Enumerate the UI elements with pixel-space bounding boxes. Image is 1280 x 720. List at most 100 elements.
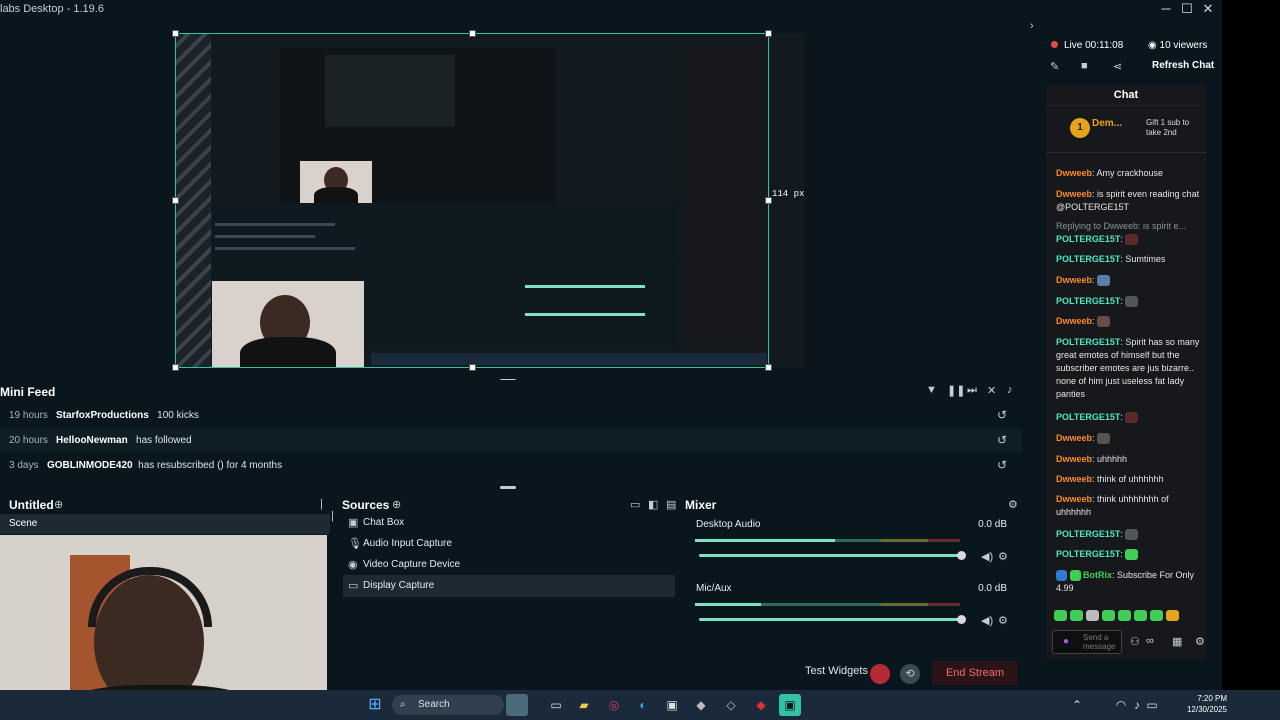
mic-aux-db: 0.0 dB (978, 583, 1007, 594)
chat-message: POLTERGE15T: (1056, 295, 1201, 308)
edge-icon[interactable]: ◐ (632, 694, 654, 716)
desktop-audio-level (695, 539, 836, 542)
speaker-icon[interactable]: ◀) (981, 614, 993, 627)
selection-box[interactable] (172, 30, 772, 371)
infinity-icon[interactable]: ∞ (1146, 635, 1154, 647)
store-icon[interactable]: ▦ (1172, 635, 1182, 648)
replay-icon[interactable]: ↺ (997, 403, 1007, 428)
chat-message: Dwweeb: uhhhhh (1056, 454, 1128, 464)
gift-sub-prompt[interactable]: Gift 1 sub to take 2nd (1146, 118, 1204, 138)
chat-message: Dwweeb: (1056, 432, 1201, 445)
add-scene-icon[interactable]: ⊕ (54, 498, 63, 511)
chat-message: Dwweeb: is spirit even reading chat @POL… (1056, 189, 1200, 212)
pause-icon[interactable]: ❚❚ (947, 384, 965, 397)
settings-icon[interactable]: ⚙ (998, 614, 1008, 627)
source-audio-input[interactable]: 🎙 Audio Input Capture (343, 533, 675, 555)
emote-bar[interactable] (1054, 609, 1202, 623)
source-video-capture[interactable]: ◉ Video Capture Device (343, 554, 675, 576)
filter-icon[interactable]: ▼ (926, 384, 937, 396)
sources-title: Sources (342, 498, 390, 512)
clock[interactable]: 7:20 PM 12/30/2025 (1187, 693, 1227, 715)
windows-taskbar: ⊞ ⌕ Search ▭ ▰ ◎ ◐ ▣ ◆ ◇ ◆ ▣ ⌃ ◠ ♪ ▭ 7:20… (0, 690, 1280, 720)
mute-alerts-icon[interactable]: ✕ (987, 384, 996, 397)
live-status: Live 00:11:08 (1051, 40, 1123, 51)
replay-icon[interactable]: ↺ (997, 453, 1007, 478)
mic-aux-level (695, 603, 762, 606)
chat-message: Dwweeb: Amy crackhouse (1056, 168, 1164, 178)
record-button[interactable] (870, 664, 890, 684)
test-widgets-button[interactable]: Test Widgets (805, 665, 868, 677)
mic-icon[interactable]: ● (1063, 636, 1069, 647)
source-chat-box[interactable]: ▣ Chat Box (343, 512, 675, 534)
skip-icon[interactable]: ⏭ (967, 384, 977, 397)
badge-icon: 1 (1070, 118, 1090, 138)
end-stream-button[interactable]: End Stream (932, 661, 1018, 685)
pinned-user[interactable]: Dem... (1092, 118, 1122, 129)
camera-icon[interactable]: ■ (1081, 60, 1088, 72)
chat-input[interactable]: ● Send a message (1052, 630, 1122, 654)
edit-icon[interactable]: ✎ (1050, 60, 1059, 73)
minimize-button[interactable]: ─ (1155, 0, 1177, 18)
speaker-icon[interactable]: ◀) (981, 550, 993, 563)
chat-message: POLTERGE15T: (1056, 548, 1201, 561)
replay-icon[interactable]: ↺ (997, 428, 1007, 453)
share-icon[interactable]: ⋖ (1113, 60, 1122, 73)
reply-context: Replying to Dwweeb: is spirit e... (1056, 221, 1187, 231)
desktop-audio-volume-slider[interactable] (699, 551, 966, 560)
refresh-chat-button[interactable]: Refresh Chat (1152, 60, 1214, 71)
battery-icon[interactable]: ▭ (1141, 694, 1163, 716)
store-icon[interactable]: ▣ (661, 694, 683, 716)
chat-message: POLTERGE15T: Spirit has so many great em… (1056, 337, 1200, 399)
maximize-button[interactable]: ☐ (1176, 0, 1198, 18)
people-icon[interactable]: ⚇ (1130, 635, 1140, 648)
chat-title: Chat (1046, 84, 1206, 106)
chat-input-placeholder: Send a message (1083, 633, 1116, 651)
chat-message: Dwweeb: think uhhhhhhh of uhhhhhh (1056, 494, 1169, 517)
mic-aux-volume-slider[interactable] (699, 615, 966, 624)
feed-row: 3 days GOBLINMODE420 has resubscribed ()… (0, 453, 1022, 478)
chat-message: POLTERGE15T: Sumtimes (1056, 254, 1166, 264)
add-source-icon[interactable]: ⊕ (392, 498, 401, 511)
mic-aux-label: Mic/Aux (696, 583, 732, 594)
stream-preview[interactable]: 114 px › (0, 18, 1034, 373)
chat-message: Dwweeb: (1056, 315, 1201, 328)
chat-message: POLTERGE15T: (1056, 411, 1201, 424)
task-view-icon[interactable]: ▭ (545, 694, 567, 716)
app-icon[interactable]: ◆ (750, 694, 772, 716)
scene-item[interactable]: Scene (0, 514, 330, 534)
camera-icon: ◉ (348, 559, 358, 571)
desktop-audio-meter (695, 539, 960, 542)
title-bar: labs Desktop - 1.19.6 ─ ☐ ✕ (0, 0, 1222, 18)
chat-icon: ▣ (348, 517, 359, 529)
mixer-title: Mixer (685, 498, 717, 512)
desktop-audio-db: 0.0 dB (978, 519, 1007, 530)
live-dot-icon (1051, 41, 1058, 48)
mini-feed: Mini Feed ▼ ❚❚ ⏭ ✕ ♪ 19 hours StarfoxPro… (0, 380, 1022, 480)
mic-aux-meter (695, 603, 960, 606)
replay-buffer-icon[interactable]: ⟲ (900, 664, 920, 684)
eye-icon: ◉ (1148, 40, 1160, 51)
app-icon[interactable]: ◆ (690, 694, 712, 716)
volume-icon[interactable]: ♪ (1007, 384, 1013, 396)
app-icon[interactable]: ◎ (603, 694, 625, 716)
windows-start-icon[interactable]: ⊞ (364, 694, 386, 716)
app-icon[interactable]: ◇ (720, 694, 742, 716)
close-button[interactable]: ✕ (1197, 0, 1219, 18)
gear-icon[interactable]: ⚙ (1008, 498, 1018, 511)
source-display-capture[interactable]: ▭ Display Capture (343, 575, 675, 597)
sources-dock: Sources ⊕ ▭ ◧ ▤ ▣ Chat Box 🎙 Audio Input C… (338, 488, 681, 658)
chevron-up-icon[interactable]: ⌃ (1066, 694, 1088, 716)
feed-row: 20 hours HellooNewman has followed ↺ (0, 428, 1022, 453)
mixer-dock: Mixer ⚙ Desktop Audio 0.0 dB ◀) ⚙ Mic/Au… (684, 488, 1022, 658)
file-explorer-icon[interactable]: ▰ (573, 694, 595, 716)
group-icon[interactable]: ◧ (648, 498, 658, 511)
scene-collection-title[interactable]: Untitled (9, 498, 54, 512)
streamlabs-icon[interactable]: ▣ (779, 694, 801, 716)
taskbar-search[interactable]: ⌕ Search (392, 695, 504, 715)
add-folder-icon[interactable]: ▤ (666, 498, 676, 511)
folder-icon[interactable]: ▭ (630, 498, 640, 511)
settings-icon[interactable]: ⚙ (998, 550, 1008, 563)
settings-icon[interactable]: ⚙ (1195, 635, 1205, 648)
search-icon: ⌕ (400, 699, 406, 710)
widget-icon[interactable] (506, 694, 528, 716)
